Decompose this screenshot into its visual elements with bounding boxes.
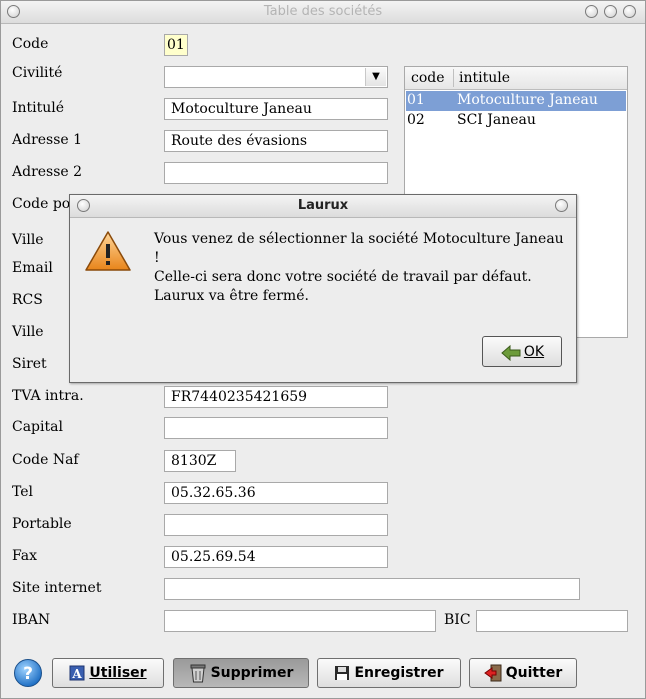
fax-field[interactable]: 05.25.69.54 [164, 546, 388, 568]
column-code[interactable]: code [411, 70, 445, 86]
minimize-button[interactable] [585, 5, 598, 18]
maximize-button[interactable] [604, 5, 617, 18]
bic-field[interactable] [476, 610, 628, 632]
quitter-label: Quitter [505, 665, 563, 681]
siret-label: Siret [12, 356, 47, 372]
iban-field[interactable] [164, 610, 436, 632]
question-icon: ? [14, 659, 42, 687]
window-title: Table des sociétés [263, 4, 383, 19]
dialog-message-line: Vous venez de sélectionner la société Mo… [154, 231, 564, 266]
code-postal-label: Code po [12, 196, 71, 212]
civilite-select[interactable]: ▼ [164, 66, 388, 88]
civilite-label: Civilité [12, 65, 63, 81]
title-bar: Table des sociétés [1, 1, 645, 24]
list-item-code: 01 [407, 92, 425, 108]
check-arrow-icon [501, 344, 521, 361]
site-internet-field[interactable] [164, 578, 580, 600]
list-header: code intitule [405, 67, 627, 90]
list-item-intitule: Motoculture Janeau [457, 92, 598, 108]
warning-icon [85, 231, 131, 271]
svg-text:A: A [72, 667, 83, 681]
portable-label: Portable [12, 516, 72, 532]
chevron-down-icon[interactable]: ▼ [365, 68, 386, 86]
supprimer-button[interactable]: Supprimer [173, 658, 309, 688]
exit-door-icon [483, 664, 502, 682]
dialog-title: Laurux [297, 198, 349, 213]
help-button[interactable]: ? [13, 658, 43, 688]
capital-field[interactable] [164, 417, 388, 439]
svg-text:?: ? [23, 664, 33, 684]
enregistrer-button[interactable]: Enregistrer [317, 658, 461, 688]
ok-label: OK [523, 343, 545, 360]
site-internet-label: Site internet [12, 580, 102, 596]
fax-label: Fax [12, 548, 38, 564]
code-field[interactable]: 01 [164, 34, 188, 56]
quitter-button[interactable]: Quitter [469, 658, 577, 688]
code-label: Code [12, 36, 49, 52]
column-separator [453, 69, 454, 87]
column-intitule[interactable]: intitule [459, 70, 510, 86]
list-item-intitule: SCI Janeau [457, 112, 536, 128]
utiliser-icon: A [69, 665, 85, 681]
rcs-label: RCS [12, 292, 43, 308]
dialog-title-bar: Laurux [70, 195, 576, 218]
tel-field[interactable]: 05.32.65.36 [164, 482, 388, 504]
floppy-disk-icon [335, 666, 350, 680]
list-item-code: 02 [407, 112, 425, 128]
adresse1-field[interactable]: Route des évasions [164, 130, 388, 152]
enregistrer-label: Enregistrer [354, 665, 444, 681]
bic-label: BIC [444, 612, 471, 628]
tel-label: Tel [12, 484, 34, 500]
intitule-label: Intitulé [12, 100, 65, 116]
utiliser-label: Utiliser [89, 665, 147, 681]
adresse2-field[interactable] [164, 162, 388, 184]
ville-label: Ville [12, 232, 44, 248]
ok-button[interactable]: OK [482, 336, 562, 367]
alert-dialog: Laurux Vous venez de sélectionner la soc… [69, 194, 577, 383]
adresse2-label: Adresse 2 [12, 164, 83, 180]
tva-label: TVA intra. [12, 388, 84, 404]
supprimer-label: Supprimer [210, 665, 294, 681]
code-naf-label: Code Naf [12, 452, 79, 468]
tva-field[interactable]: FR7440235421659 [164, 386, 388, 408]
dialog-close-button[interactable] [555, 199, 568, 212]
list-item[interactable]: 02 SCI Janeau [406, 111, 626, 131]
dialog-message-line: Celle-ci sera donc votre société de trav… [154, 269, 532, 285]
intitule-field[interactable]: Motoculture Janeau [164, 98, 388, 120]
close-button[interactable] [623, 5, 636, 18]
ville-rcs-label: Ville [12, 324, 44, 340]
portable-field[interactable] [164, 514, 388, 536]
dialog-message-line: Laurux va être fermé. [154, 288, 309, 304]
adresse1-label: Adresse 1 [12, 132, 83, 148]
code-naf-field[interactable]: 8130Z [164, 450, 236, 472]
capital-label: Capital [12, 419, 63, 435]
utiliser-button[interactable]: A Utiliser [52, 658, 164, 688]
list-item[interactable]: 01 Motoculture Janeau [406, 91, 626, 111]
dialog-message: Vous venez de sélectionner la société Mo… [154, 230, 564, 306]
trash-icon [190, 664, 206, 683]
iban-label: IBAN [12, 612, 51, 628]
email-label: Email [12, 260, 53, 276]
